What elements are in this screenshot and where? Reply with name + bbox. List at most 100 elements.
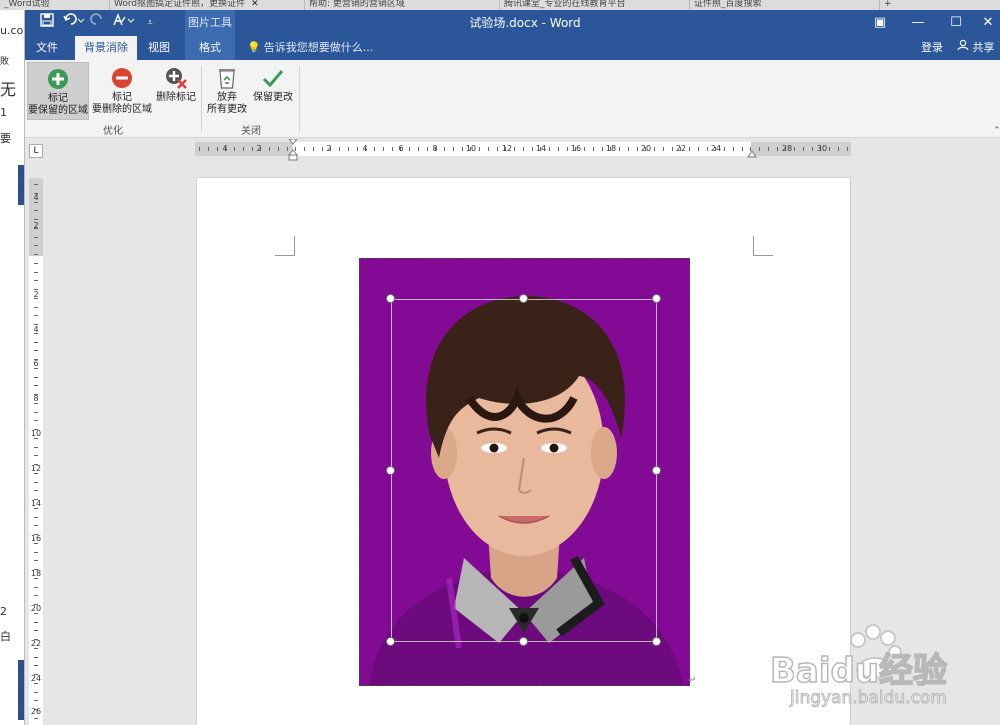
first-line-indent-marker[interactable] bbox=[287, 138, 299, 164]
ruler-tick bbox=[34, 621, 38, 623]
refine-group-label: 优化 bbox=[103, 126, 123, 137]
browser-tab-label: _Word试验 bbox=[4, 0, 50, 9]
ruler-tick bbox=[557, 147, 559, 151]
ruler-label: 22 bbox=[675, 144, 687, 153]
ruler-tick bbox=[34, 219, 38, 220]
tab-background-removal[interactable]: 背景消除 bbox=[75, 36, 137, 60]
resize-handle-right[interactable] bbox=[652, 466, 661, 475]
new-tab-button[interactable]: + bbox=[880, 0, 910, 10]
ruler-label: 8 bbox=[432, 144, 438, 153]
browser-tab[interactable]: 腾讯课堂_专业的在线教育平台 bbox=[500, 0, 690, 10]
background-image-edge bbox=[18, 165, 24, 205]
share-button[interactable]: 共享 bbox=[953, 39, 999, 57]
undo-icon[interactable] bbox=[61, 13, 87, 33]
background-removal-marquee[interactable] bbox=[391, 299, 657, 642]
ruler-label: 4 bbox=[222, 144, 228, 153]
close-icon[interactable]: ✕ bbox=[251, 0, 259, 9]
mark-areas-to-remove-button[interactable]: 标记 要删除的区域 bbox=[91, 62, 153, 120]
browser-tab[interactable]: 证件照_百度搜索 bbox=[690, 0, 880, 10]
delete-mark-button[interactable]: 删除标记 bbox=[153, 62, 199, 120]
resize-handle-top-left[interactable] bbox=[386, 294, 395, 303]
background-text: 要 bbox=[0, 132, 11, 145]
ruler-tick bbox=[496, 147, 498, 151]
ruler-tick bbox=[811, 147, 813, 151]
ruler-tick bbox=[34, 455, 38, 457]
browser-tab[interactable]: 帮助: 更营销的营销区域 bbox=[305, 0, 500, 10]
ruler-label: 10 bbox=[30, 429, 42, 438]
browser-tab-label: Word抠图搞定证件照，更换证件 bbox=[114, 0, 246, 9]
ruler-tick bbox=[34, 717, 38, 719]
ruler-tick bbox=[34, 280, 38, 282]
discard-all-changes-button[interactable]: 放弃 所有更改 bbox=[205, 62, 249, 120]
browser-tab[interactable]: Word抠图搞定证件照，更换证件 ✕ bbox=[110, 0, 305, 10]
ruler-tick bbox=[34, 665, 38, 667]
ruler-tick bbox=[732, 147, 734, 151]
delete-mark-icon bbox=[164, 66, 188, 90]
checkmark-icon bbox=[261, 66, 285, 90]
text-format-icon[interactable] bbox=[111, 13, 137, 33]
ruler-tick bbox=[34, 350, 38, 352]
top-left-crop-mark bbox=[275, 236, 295, 256]
tell-me-text: 告诉我您想要做什么... bbox=[263, 41, 374, 54]
collapse-ribbon-icon[interactable]: ⌃ bbox=[993, 126, 1000, 136]
lightbulb-icon: 💡 bbox=[247, 41, 261, 54]
background-document: u.co 敗 无 1 要 2 白 bbox=[0, 10, 25, 725]
ruler-label: 6 bbox=[33, 359, 39, 368]
screen: _Word试验 Word抠图搞定证件照，更换证件 ✕ 帮助: 更营销的营销区域 腾… bbox=[0, 0, 1000, 725]
ruler-tick bbox=[689, 147, 690, 151]
ruler-tick bbox=[304, 147, 305, 151]
ribbon-tab-row: 文件 背景消除 视图 格式 💡 告诉我您想要做什么... 登录 共享 bbox=[25, 36, 1000, 60]
ruler-tick bbox=[767, 147, 769, 151]
keep-changes-label: 保留更改 bbox=[253, 92, 293, 103]
ruler-tick bbox=[382, 147, 384, 151]
background-browser-tab-strip: _Word试验 Word抠图搞定证件照，更换证件 ✕ 帮助: 更营销的营销区域 腾… bbox=[0, 0, 1000, 10]
ruler-tick bbox=[34, 700, 38, 702]
resize-handle-bottom[interactable] bbox=[519, 637, 528, 646]
resize-handle-bottom-left[interactable] bbox=[386, 637, 395, 646]
ribbon-display-options-button[interactable]: ▣ bbox=[861, 10, 899, 36]
resize-handle-bottom-right[interactable] bbox=[652, 637, 661, 646]
tab-view[interactable]: 视图 bbox=[141, 36, 177, 60]
ruler-label: 4 bbox=[33, 325, 39, 334]
save-icon[interactable] bbox=[37, 13, 57, 33]
ruler-tick bbox=[846, 147, 848, 151]
keep-changes-button[interactable]: 保留更改 bbox=[249, 62, 297, 120]
ruler-tick bbox=[549, 147, 550, 151]
resize-handle-top-right[interactable] bbox=[652, 294, 661, 303]
resize-handle-top[interactable] bbox=[519, 294, 528, 303]
ruler-tick bbox=[522, 147, 524, 151]
browser-tab[interactable]: _Word试验 bbox=[0, 0, 110, 10]
ruler-tick bbox=[34, 385, 38, 387]
watermark-brand: Baidu经验 bbox=[769, 650, 948, 692]
person-icon bbox=[957, 39, 973, 54]
ruler-right-margin bbox=[751, 142, 851, 156]
ruler-tick bbox=[34, 315, 38, 317]
paragraph-mark: ↵ bbox=[688, 675, 697, 686]
watermark-url: jingyan.baidu.com bbox=[790, 688, 948, 709]
close-button[interactable]: ✕ bbox=[969, 10, 1000, 36]
ruler-tick bbox=[34, 525, 38, 527]
tab-format[interactable]: 格式 bbox=[185, 36, 235, 60]
ruler-tick bbox=[34, 420, 38, 422]
redo-icon[interactable] bbox=[89, 13, 105, 33]
ruler-tick bbox=[34, 656, 38, 658]
tab-file[interactable]: 文件 bbox=[25, 36, 69, 60]
ruler-tick bbox=[34, 691, 38, 693]
ruler-tick bbox=[34, 184, 38, 185]
tab-selector[interactable]: L bbox=[29, 144, 43, 158]
tell-me-box[interactable]: 💡 告诉我您想要做什么... bbox=[247, 36, 373, 60]
minimize-button[interactable]: — bbox=[899, 10, 937, 36]
vertical-ruler[interactable]: 4 2 2 4 6 8 10 12 14 16 18 20 22 24 26 bbox=[29, 178, 43, 725]
mark-areas-to-keep-button[interactable]: 标记 要保留的区域 bbox=[27, 62, 89, 120]
sign-in-link[interactable]: 登录 bbox=[921, 36, 943, 60]
browser-tab-label: 帮助: 更营销的营销区域 bbox=[309, 0, 405, 9]
horizontal-ruler[interactable]: 4 2 2 4 6 8 10 12 14 16 18 20 22 24 28 3… bbox=[195, 138, 851, 161]
resize-handle-left[interactable] bbox=[386, 466, 395, 475]
background-text: u.co bbox=[0, 24, 24, 37]
ruler-tick bbox=[444, 147, 445, 151]
customize-toolbar-icon[interactable]: ⩡ bbox=[143, 13, 157, 33]
background-text: 白 bbox=[0, 630, 11, 643]
ruler-label: 22 bbox=[30, 639, 42, 648]
right-indent-marker[interactable] bbox=[747, 148, 757, 162]
background-text: 2 bbox=[0, 605, 7, 618]
